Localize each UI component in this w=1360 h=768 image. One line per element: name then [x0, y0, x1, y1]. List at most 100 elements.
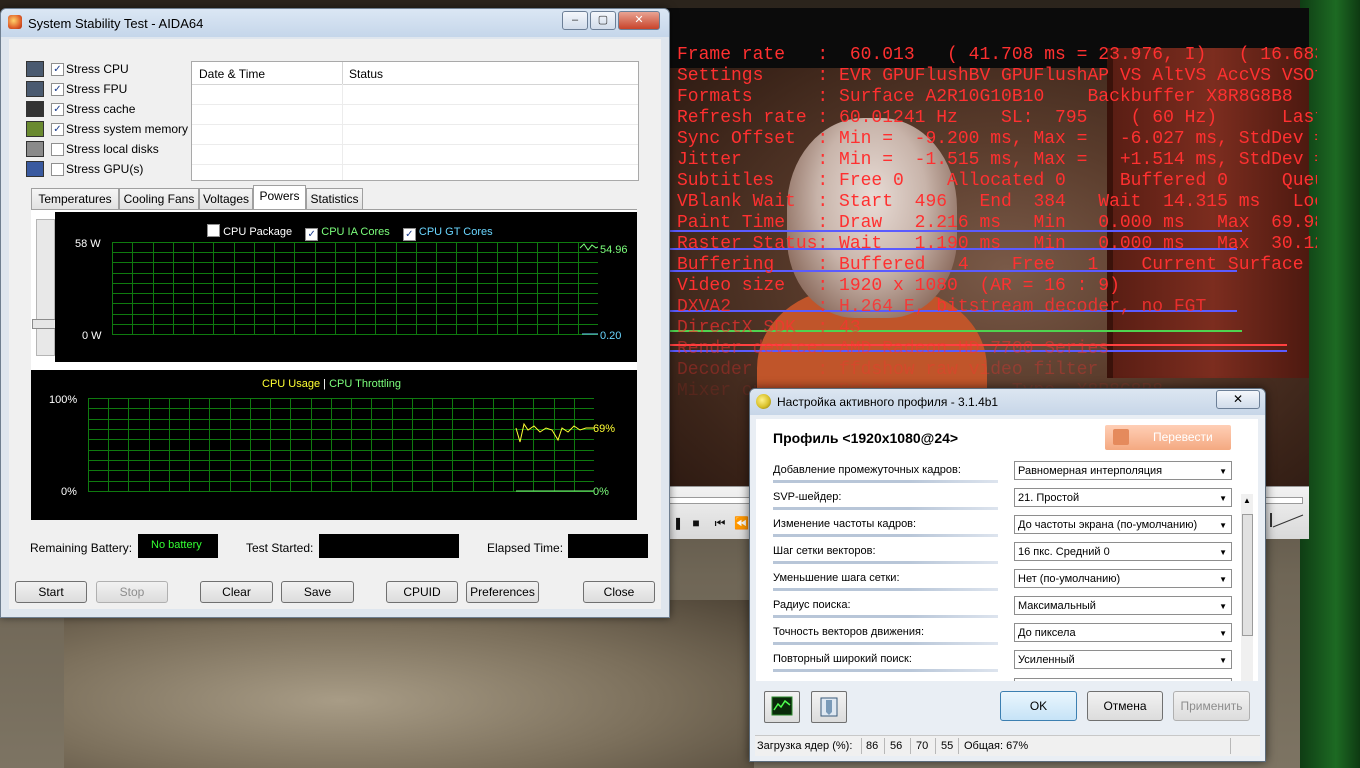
setting-dropdown[interactable]: Максимальный ▼	[1014, 596, 1232, 615]
aida-titlebar[interactable]: System Stability Test - AIDA64 ‒ ▢ ✕	[1, 9, 669, 37]
settings-scrollbar[interactable]: ▲ ▼	[1241, 494, 1253, 681]
setting-dropdown[interactable]: До пиксела ▼	[1014, 623, 1232, 642]
cancel-button[interactable]: Отмена	[1087, 691, 1163, 721]
setting-underline	[773, 615, 998, 618]
svp-app-icon	[756, 394, 771, 409]
scroll-thumb[interactable]	[1242, 514, 1253, 636]
stress-item-checkbox[interactable]: ✓	[51, 63, 64, 76]
translate-button[interactable]: Перевести	[1105, 425, 1231, 450]
stress-item-icon	[26, 141, 44, 157]
tab-voltages[interactable]: Voltages	[199, 188, 253, 210]
volume-slider[interactable]	[1269, 511, 1305, 529]
legend-cpu-gt-checkbox[interactable]: ✓	[402, 228, 416, 241]
power-y-bottom: 0 W	[82, 330, 102, 342]
desktop-wallpaper-photo	[64, 600, 754, 768]
osd-line: Jitter : Min = -1.515 ms, Max = +1.514 m…	[677, 150, 1317, 170]
save-button[interactable]: Save	[281, 581, 354, 603]
tab-temperatures[interactable]: Temperatures	[31, 188, 119, 210]
setting-label: SVP-шейдер:	[773, 491, 842, 503]
stress-item-label[interactable]: Stress GPU(s)	[66, 162, 143, 176]
apply-button[interactable]: Применить	[1173, 691, 1250, 721]
stress-item-label[interactable]: Stress local disks	[66, 142, 159, 156]
power-value-bottom: 0.20	[600, 330, 622, 342]
profile-title: Профиль <1920x1080@24>	[773, 430, 959, 446]
stress-item-label[interactable]: Stress system memory	[66, 122, 188, 136]
test-started-label: Test Started:	[246, 541, 314, 555]
stress-item-checkbox[interactable]: ✓	[51, 103, 64, 116]
graph-monitor-button[interactable]	[764, 691, 800, 723]
dropdown-arrow-icon: ▼	[1219, 467, 1227, 476]
stop-button[interactable]: Stop	[96, 581, 168, 603]
cpuid-button[interactable]: CPUID	[386, 581, 458, 603]
prev-icon[interactable]: ⏮	[710, 513, 730, 533]
osd-line: Refresh rate : 60.01241 Hz SL: 795 ( 60 …	[677, 108, 1317, 128]
ok-button[interactable]: OK	[1000, 691, 1077, 721]
usage-grid	[88, 398, 594, 492]
core-load-2: 56	[890, 740, 903, 752]
setting-dropdown[interactable]: Усиленный ▼	[1014, 650, 1232, 669]
elapsed-time-label: Elapsed Time:	[487, 541, 564, 555]
minimize-button[interactable]: ‒	[562, 11, 588, 30]
dropdown-arrow-icon: ▼	[1219, 548, 1227, 557]
setting-label: Точность векторов движения:	[773, 626, 925, 638]
setting-dropdown[interactable]: До частоты экрана (по-умолчанию) ▼	[1014, 515, 1232, 534]
rewind-icon[interactable]: ⏪	[734, 513, 749, 533]
dropdown-arrow-icon: ▼	[1219, 521, 1227, 530]
stress-item-label[interactable]: Stress FPU	[66, 82, 127, 96]
setting-underline	[773, 534, 998, 537]
stress-item-checkbox[interactable]: ✓	[51, 83, 64, 96]
dropdown-arrow-icon: ▼	[1219, 629, 1227, 638]
stress-item-icon	[26, 161, 44, 177]
translate-icon	[1113, 429, 1129, 445]
svp-titlebar[interactable]: Настройка активного профиля - 3.1.4b1 ✕	[750, 389, 1265, 415]
tab-cooling-fans[interactable]: Cooling Fans	[119, 188, 199, 210]
setting-dropdown[interactable]: 21. Простой ▼	[1014, 488, 1232, 507]
remaining-battery-box: No battery	[138, 534, 218, 558]
legend-cpu-ia-checkbox[interactable]: ✓	[305, 228, 319, 241]
tab-statistics[interactable]: Statistics	[306, 188, 363, 210]
setting-label: Повторный широкий поиск:	[773, 653, 912, 665]
stress-item-icon	[26, 81, 44, 97]
setting-underline	[773, 588, 998, 591]
maximize-button[interactable]: ▢	[590, 11, 616, 30]
scroll-up-icon[interactable]: ▲	[1243, 496, 1251, 505]
stop-icon[interactable]: ■	[686, 513, 706, 533]
settings-tool-button[interactable]	[811, 691, 847, 723]
col-date-time[interactable]: Date & Time	[199, 67, 265, 81]
svp-close-button[interactable]: ✕	[1216, 390, 1260, 409]
aida-client-area: ✓ Stress CPU ✓ Stress FPU ✓ Stress cache ✓ Stre…	[9, 39, 661, 609]
stress-item-checkbox[interactable]	[51, 163, 64, 176]
stress-item-checkbox[interactable]: ✓	[51, 123, 64, 136]
core-load-1: 86	[866, 740, 879, 752]
clear-button[interactable]: Clear	[200, 581, 273, 603]
log-table[interactable]: Date & Time Status	[191, 61, 639, 181]
setting-label: Добавление промежуточных кадров:	[773, 464, 961, 476]
osd-line: Raster Status: Wait 1.190 ms Min 0.000 m…	[677, 234, 1317, 254]
start-button[interactable]: Start	[15, 581, 87, 603]
stress-item-label[interactable]: Stress CPU	[66, 62, 129, 76]
setting-value: Равномерная интерполяция	[1018, 465, 1163, 477]
svp-status-bar: Загрузка ядер (%): 86 56 70 55 Общая: 67…	[755, 735, 1260, 756]
legend-cpu-ia: CPU IA Cores	[321, 226, 390, 238]
tab-powers[interactable]: Powers	[253, 185, 306, 210]
svp-settings-panel: Профиль <1920x1080@24> Перевести Добавле…	[756, 419, 1258, 681]
legend-cpu-package-checkbox[interactable]	[207, 224, 220, 237]
graph-zoom-slider[interactable]	[32, 219, 58, 356]
setting-dropdown-partial[interactable]	[1014, 678, 1232, 681]
power-y-top: 58 W	[75, 238, 101, 250]
setting-dropdown[interactable]: 16 пкс. Средний 0 ▼	[1014, 542, 1232, 561]
close-button[interactable]: Close	[583, 581, 655, 603]
power-legend: CPU Package ✓ CPU IA Cores ✓ CPU GT Core…	[207, 222, 493, 241]
col-status[interactable]: Status	[349, 67, 383, 81]
close-window-button[interactable]: ✕	[618, 11, 660, 30]
setting-underline	[773, 642, 998, 645]
osd-line: Paint Time : Draw 2.216 ms Min 0.000 ms …	[677, 213, 1317, 233]
stress-item-checkbox[interactable]	[51, 143, 64, 156]
osd-line: DirectX SDK : 43	[677, 318, 861, 338]
legend-cpu-throttling: CPU Throttling	[329, 378, 401, 390]
stress-item-label[interactable]: Stress cache	[66, 102, 135, 116]
preferences-button[interactable]: Preferences	[466, 581, 539, 603]
setting-dropdown[interactable]: Равномерная интерполяция ▼	[1014, 461, 1232, 480]
total-load: Общая: 67%	[964, 740, 1029, 752]
setting-dropdown[interactable]: Нет (по-умолчанию) ▼	[1014, 569, 1232, 588]
